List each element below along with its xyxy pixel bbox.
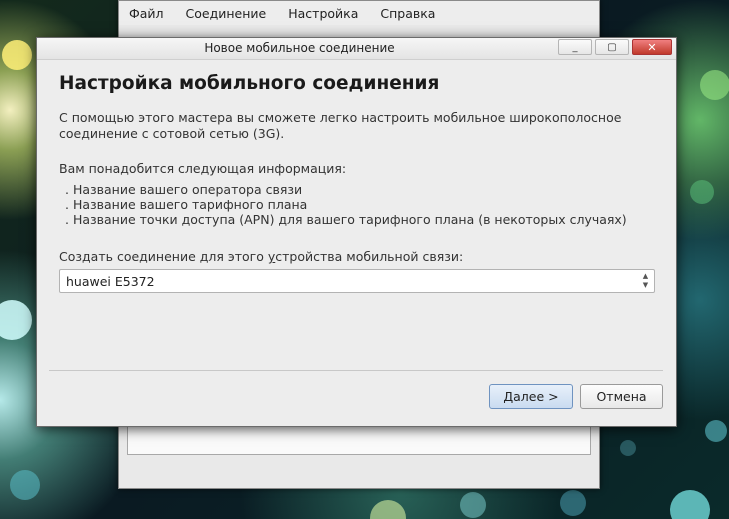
- info-item-plan: . Название вашего тарифного плана: [65, 197, 308, 212]
- wallpaper-bokeh: [370, 500, 406, 519]
- wallpaper-bokeh: [560, 490, 586, 516]
- next-button[interactable]: Далее >: [489, 384, 573, 409]
- device-label-start: Создать соединение для этого: [59, 249, 268, 264]
- wallpaper-bokeh: [670, 490, 710, 519]
- next-button-mnemonic: Д: [503, 389, 514, 404]
- next-button-label: алее >: [513, 389, 559, 404]
- background-list-panel: [127, 425, 591, 455]
- page-title: Настройка мобильного соединения: [59, 73, 440, 94]
- menu-help[interactable]: Справка: [376, 6, 439, 21]
- device-combobox-value: huawei E5372: [66, 274, 155, 289]
- wallpaper-bokeh: [690, 180, 714, 204]
- device-label-end: стройства мобильной связи:: [275, 249, 464, 264]
- dialog-titlebar[interactable]: Новое мобильное соединение _ ▢ ✕: [37, 38, 676, 60]
- close-icon: ✕: [647, 40, 657, 54]
- wallpaper-bokeh: [705, 420, 727, 442]
- intro-text-line1: С помощью этого мастера вы сможете легко…: [59, 110, 622, 125]
- minimize-icon: _: [572, 41, 578, 53]
- wallpaper-bokeh: [620, 440, 636, 456]
- background-menubar: Файл Соединение Настройка Справка: [119, 1, 599, 25]
- minimize-button[interactable]: _: [558, 39, 592, 55]
- menu-connection[interactable]: Соединение: [182, 6, 271, 21]
- new-mobile-connection-dialog: Новое мобильное соединение _ ▢ ✕ Настрой…: [36, 37, 677, 427]
- device-combobox[interactable]: huawei E5372 ▲ ▼: [59, 269, 655, 293]
- wallpaper-bokeh: [700, 70, 729, 100]
- device-select-label: Создать соединение для этого устройства …: [59, 249, 463, 264]
- info-item-apn: . Название точки доступа (APN) для вашег…: [65, 212, 627, 227]
- close-button[interactable]: ✕: [632, 39, 672, 55]
- wallpaper-bokeh: [2, 40, 32, 70]
- maximize-icon: ▢: [607, 41, 617, 53]
- combobox-arrows-icon: ▲ ▼: [642, 272, 649, 289]
- info-header: Вам понадобится следующая информация:: [59, 161, 347, 176]
- info-item-operator: . Название вашего оператора связи: [65, 182, 303, 197]
- menu-settings[interactable]: Настройка: [284, 6, 362, 21]
- menu-file[interactable]: Файл: [125, 6, 168, 21]
- cancel-button[interactable]: Отмена: [580, 384, 663, 409]
- dialog-title: Новое мобильное соединение: [204, 41, 395, 55]
- wallpaper-bokeh: [460, 492, 486, 518]
- button-separator: [49, 370, 663, 371]
- wallpaper-bokeh: [0, 300, 32, 340]
- maximize-button[interactable]: ▢: [595, 39, 629, 55]
- intro-text-line2: соединение с сотовой сетью (3G).: [59, 126, 285, 141]
- wallpaper-bokeh: [10, 470, 40, 500]
